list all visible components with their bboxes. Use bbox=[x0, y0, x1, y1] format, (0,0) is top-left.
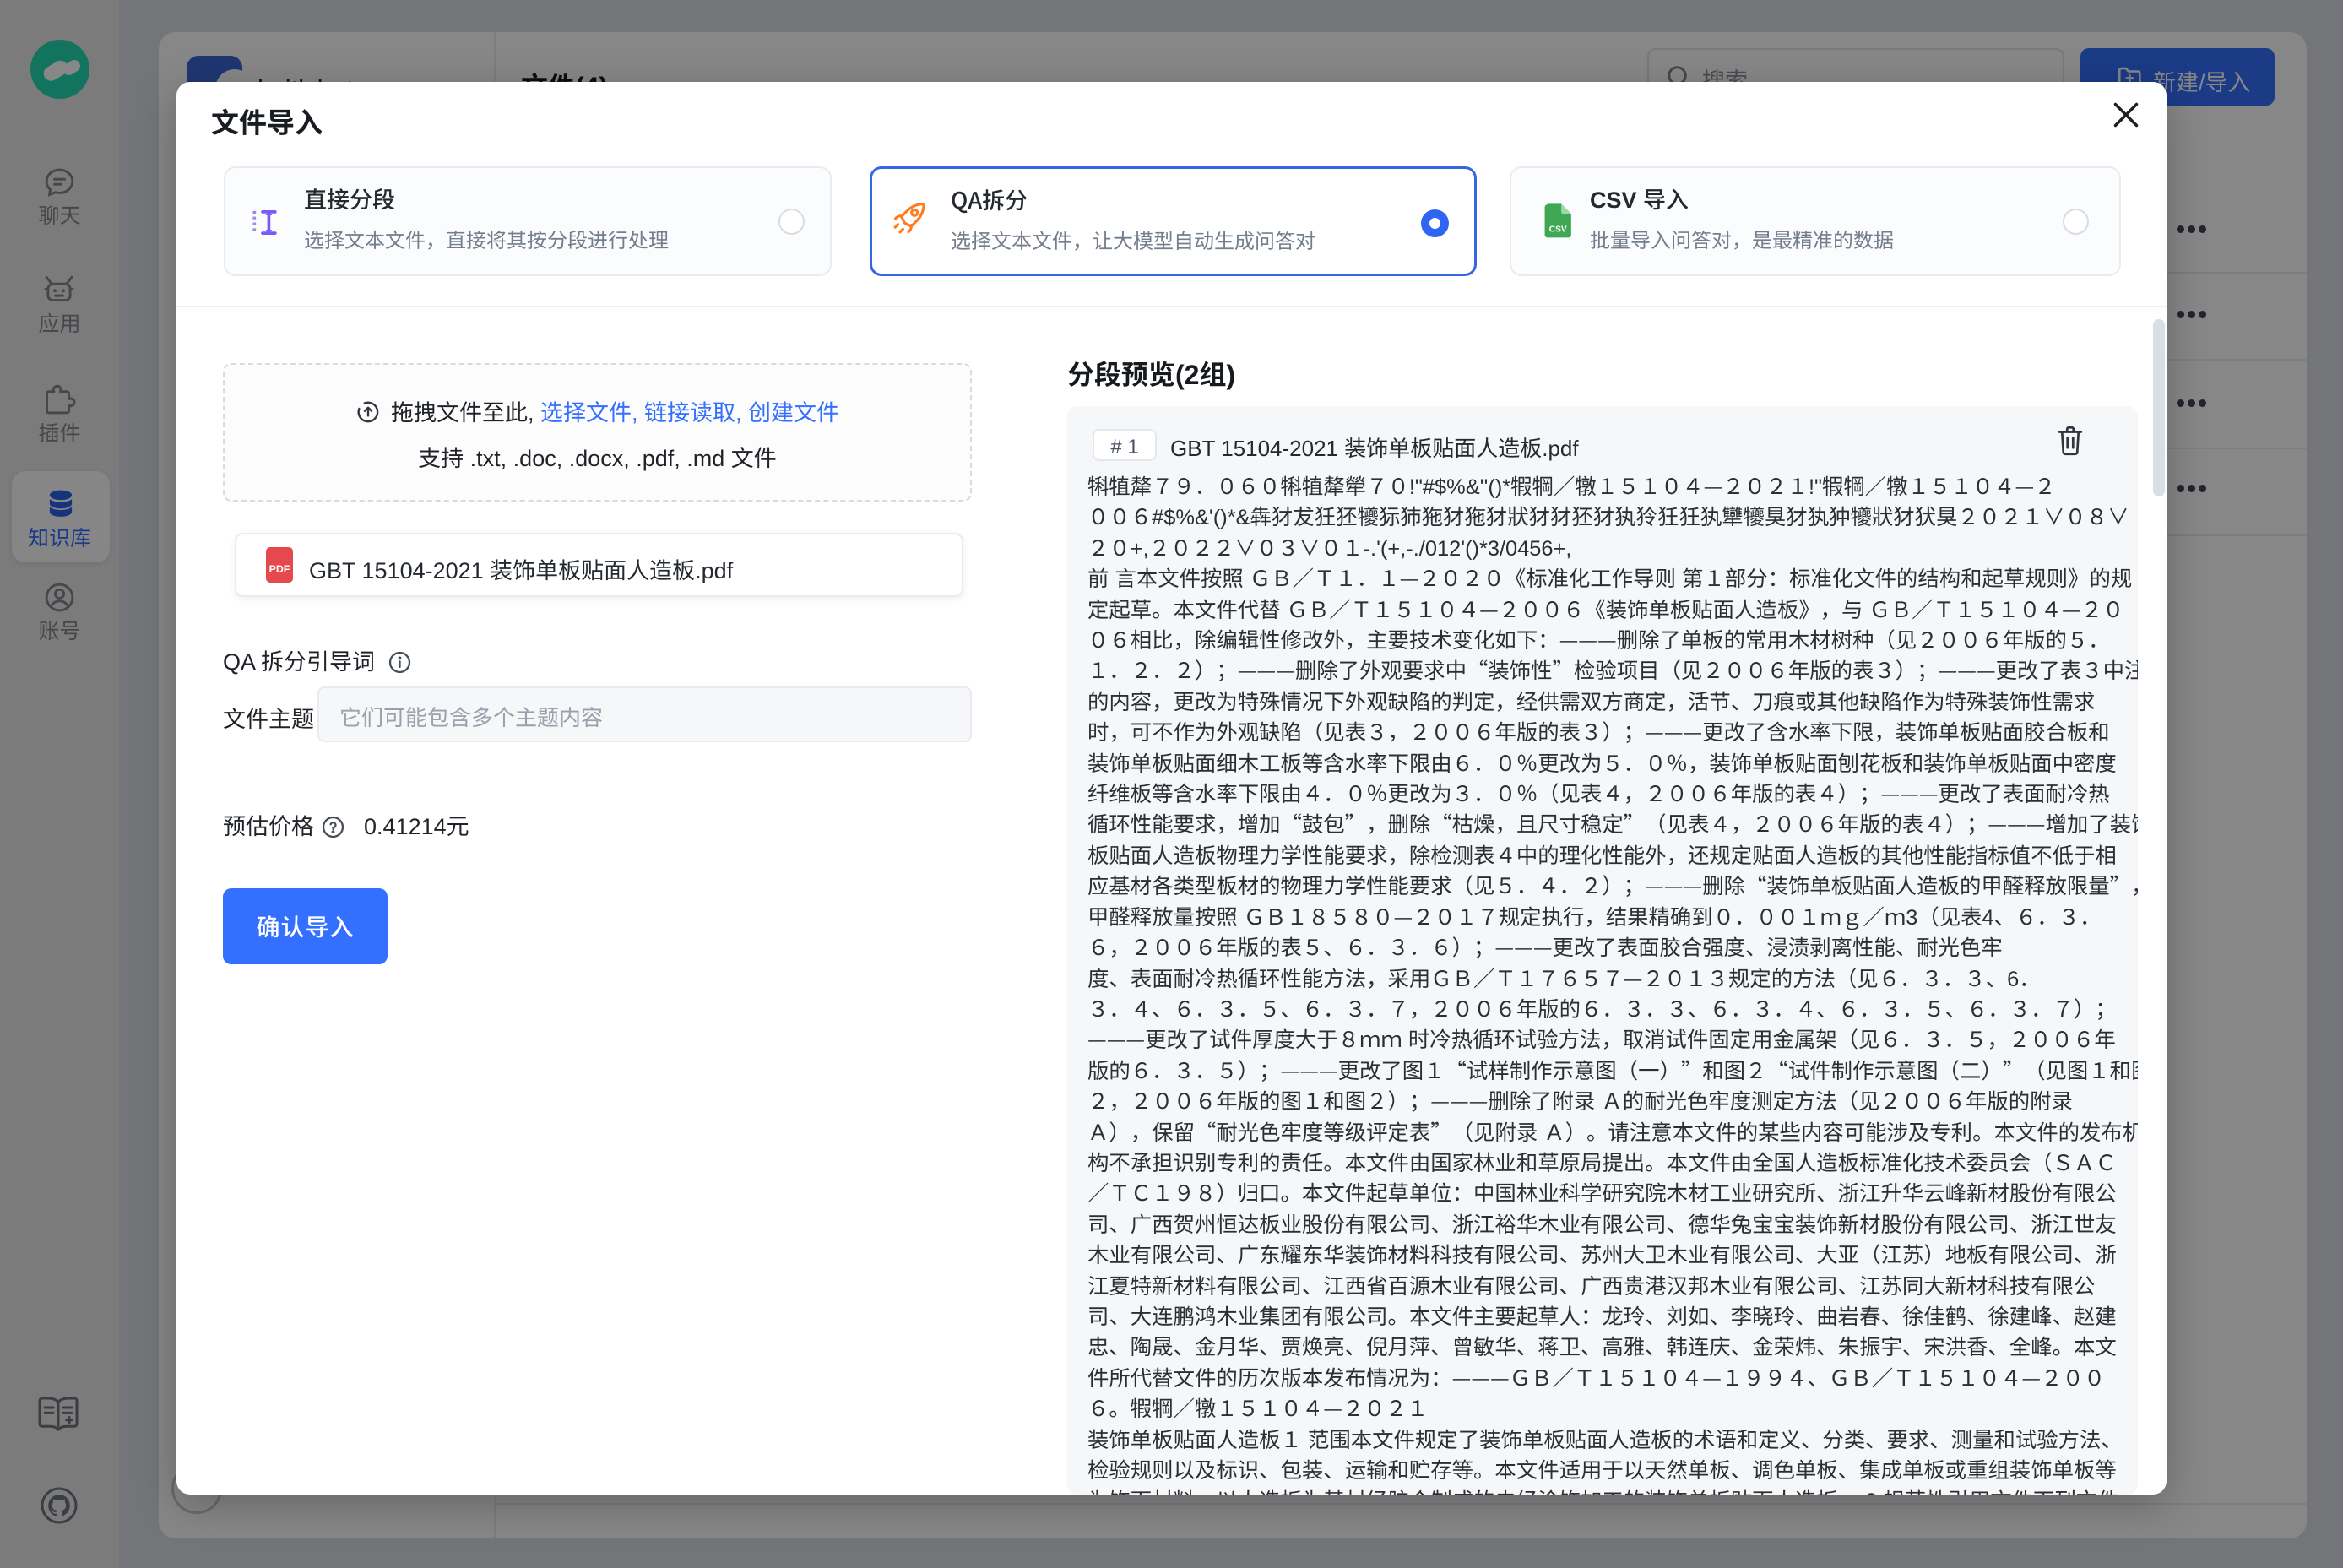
svg-text:PDF: PDF bbox=[269, 563, 290, 575]
svg-text:CSV: CSV bbox=[1549, 225, 1567, 234]
